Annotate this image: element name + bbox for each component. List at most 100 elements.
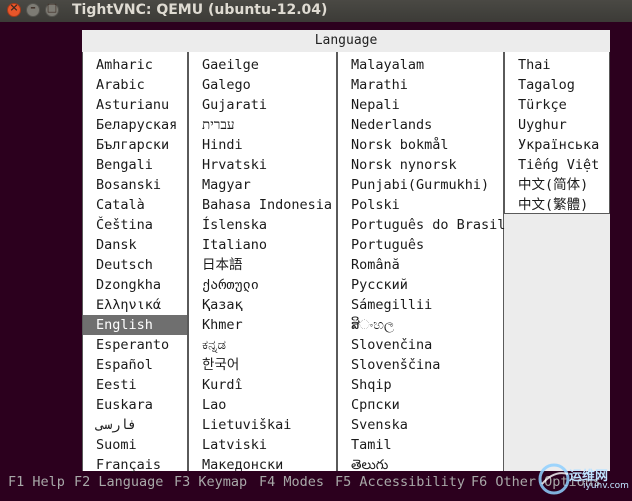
fkey-label: Other Options: [487, 474, 602, 490]
language-column-4: Thai Tagalog Türkçe Uyghur Українська Tiếng V…: [504, 52, 610, 214]
language-option[interactable]: Gujarati: [189, 95, 336, 115]
language-option[interactable]: Қазақ: [189, 295, 336, 315]
language-option[interactable]: Lietuviškai: [189, 415, 336, 435]
language-option[interactable]: Eesti: [83, 375, 187, 395]
language-option[interactable]: Lao: [189, 395, 336, 415]
language-option[interactable]: Polski: [338, 195, 503, 215]
language-option[interactable]: Arabic: [83, 75, 187, 95]
language-option[interactable]: Dansk: [83, 235, 187, 255]
language-option[interactable]: Kurdî: [189, 375, 336, 395]
maximize-icon: □: [46, 1, 58, 14]
fkey-label: Language: [90, 474, 164, 490]
language-option[interactable]: Punjabi(Gurmukhi): [338, 175, 503, 195]
window-title: TightVNC: QEMU (ubuntu-12.04): [72, 2, 328, 18]
language-option[interactable]: ಕನ್ನಡ: [189, 335, 336, 355]
fkey-accessibility[interactable]: F5 Accessibility: [335, 474, 465, 490]
language-option[interactable]: English: [83, 315, 187, 335]
language-option[interactable]: Tagalog: [505, 75, 609, 95]
minimize-icon: –: [30, 1, 36, 14]
language-option[interactable]: 한국어: [189, 355, 336, 375]
fkey-keymap[interactable]: F3 Keymap: [174, 474, 247, 490]
language-option[interactable]: עברית: [189, 115, 336, 135]
language-option[interactable]: Português: [338, 235, 503, 255]
language-option[interactable]: Svenska: [338, 415, 503, 435]
language-option[interactable]: Hrvatski: [189, 155, 336, 175]
language-option[interactable]: فارسی: [83, 415, 187, 435]
language-option[interactable]: Slovenčina: [338, 335, 503, 355]
language-option[interactable]: Tiếng Việt: [505, 155, 609, 175]
language-option[interactable]: Беларуская: [83, 115, 187, 135]
language-option[interactable]: Bosanski: [83, 175, 187, 195]
language-option[interactable]: Esperanto: [83, 335, 187, 355]
language-option[interactable]: Galego: [189, 75, 336, 95]
language-option[interactable]: Slovenščina: [338, 355, 503, 375]
language-option[interactable]: Ελληνικά: [83, 295, 187, 315]
language-option[interactable]: Uyghur: [505, 115, 609, 135]
language-dialog: Language Amharic Arabic Asturianu Беларуска…: [82, 30, 610, 473]
fkey-other-options[interactable]: F6 Other Options: [471, 474, 601, 490]
language-column-3: Malayalam Marathi Nepali Nederlands Norsk bo…: [337, 52, 505, 473]
language-option[interactable]: Amharic: [83, 55, 187, 75]
language-option[interactable]: Gaeilge: [189, 55, 336, 75]
maximize-button[interactable]: □: [45, 1, 59, 17]
language-option[interactable]: Marathi: [338, 75, 503, 95]
minimize-button[interactable]: –: [26, 1, 40, 17]
language-option[interactable]: Čeština: [83, 215, 187, 235]
language-column-2: Gaeilge Galego Gujarati עברית Hindi Hrvatski M…: [188, 52, 337, 473]
language-option[interactable]: Español: [83, 355, 187, 375]
language-option[interactable]: Íslenska: [189, 215, 336, 235]
language-option[interactable]: Bahasa Indonesia: [189, 195, 336, 215]
fkey-key: F3: [174, 474, 191, 490]
language-option[interactable]: Български: [83, 135, 187, 155]
language-option[interactable]: Suomi: [83, 435, 187, 455]
language-option[interactable]: Dzongkha: [83, 275, 187, 295]
fkey-help[interactable]: F1 Help: [8, 474, 65, 490]
fkey-label: Keymap: [190, 474, 248, 490]
language-option[interactable]: Türkçe: [505, 95, 609, 115]
language-option[interactable]: Magyar: [189, 175, 336, 195]
language-option[interactable]: Català: [83, 195, 187, 215]
language-option[interactable]: Bengali: [83, 155, 187, 175]
language-option[interactable]: Sámegillii: [338, 295, 503, 315]
language-option[interactable]: Română: [338, 255, 503, 275]
language-option[interactable]: Shqip: [338, 375, 503, 395]
language-option[interactable]: Português do Brasil: [338, 215, 505, 235]
language-option[interactable]: Asturianu: [83, 95, 187, 115]
function-key-bar: F1 Help F2 Language F3 Keymap F4 Modes F…: [0, 474, 632, 494]
fkey-key: F6: [471, 474, 488, 490]
fkey-language[interactable]: F2 Language: [74, 474, 163, 490]
language-option[interactable]: Nepali: [338, 95, 503, 115]
language-option[interactable]: Українська: [505, 135, 609, 155]
language-option[interactable]: Malayalam: [338, 55, 503, 75]
language-option[interactable]: Русский: [338, 275, 503, 295]
language-option[interactable]: Thai: [505, 55, 609, 75]
language-option[interactable]: Latviski: [189, 435, 336, 455]
fkey-key: F2: [74, 474, 91, 490]
language-option[interactable]: 日本語: [189, 255, 336, 275]
language-option[interactable]: Македонски: [189, 455, 336, 475]
language-option[interactable]: ສິංහල: [338, 315, 503, 335]
close-icon: ×: [9, 1, 19, 14]
vnc-screen: Language Amharic Arabic Asturianu Беларуска…: [0, 22, 632, 501]
close-button[interactable]: ×: [7, 1, 21, 17]
language-option[interactable]: Euskara: [83, 395, 187, 415]
language-option[interactable]: Norsk nynorsk: [338, 155, 503, 175]
fkey-label: Modes: [275, 474, 325, 490]
language-option[interactable]: Deutsch: [83, 255, 187, 275]
language-column-1: Amharic Arabic Asturianu Беларуская Българск…: [82, 52, 188, 473]
language-option[interactable]: తెలుగు: [338, 455, 503, 475]
language-option[interactable]: 中文(简体): [505, 175, 609, 195]
fkey-modes[interactable]: F4 Modes: [259, 474, 324, 490]
fkey-label: Help: [24, 474, 65, 490]
language-option[interactable]: Italiano: [189, 235, 336, 255]
language-option[interactable]: Khmer: [189, 315, 336, 335]
language-option[interactable]: Norsk bokmål: [338, 135, 503, 155]
language-option[interactable]: Tamil: [338, 435, 503, 455]
language-option[interactable]: 中文(繁體): [505, 195, 609, 215]
language-option[interactable]: Српски: [338, 395, 503, 415]
language-option[interactable]: Français: [83, 455, 187, 475]
language-option[interactable]: Hindi: [189, 135, 336, 155]
dialog-title: Language: [314, 33, 378, 48]
language-option[interactable]: ქართული: [189, 275, 336, 295]
language-option[interactable]: Nederlands: [338, 115, 503, 135]
